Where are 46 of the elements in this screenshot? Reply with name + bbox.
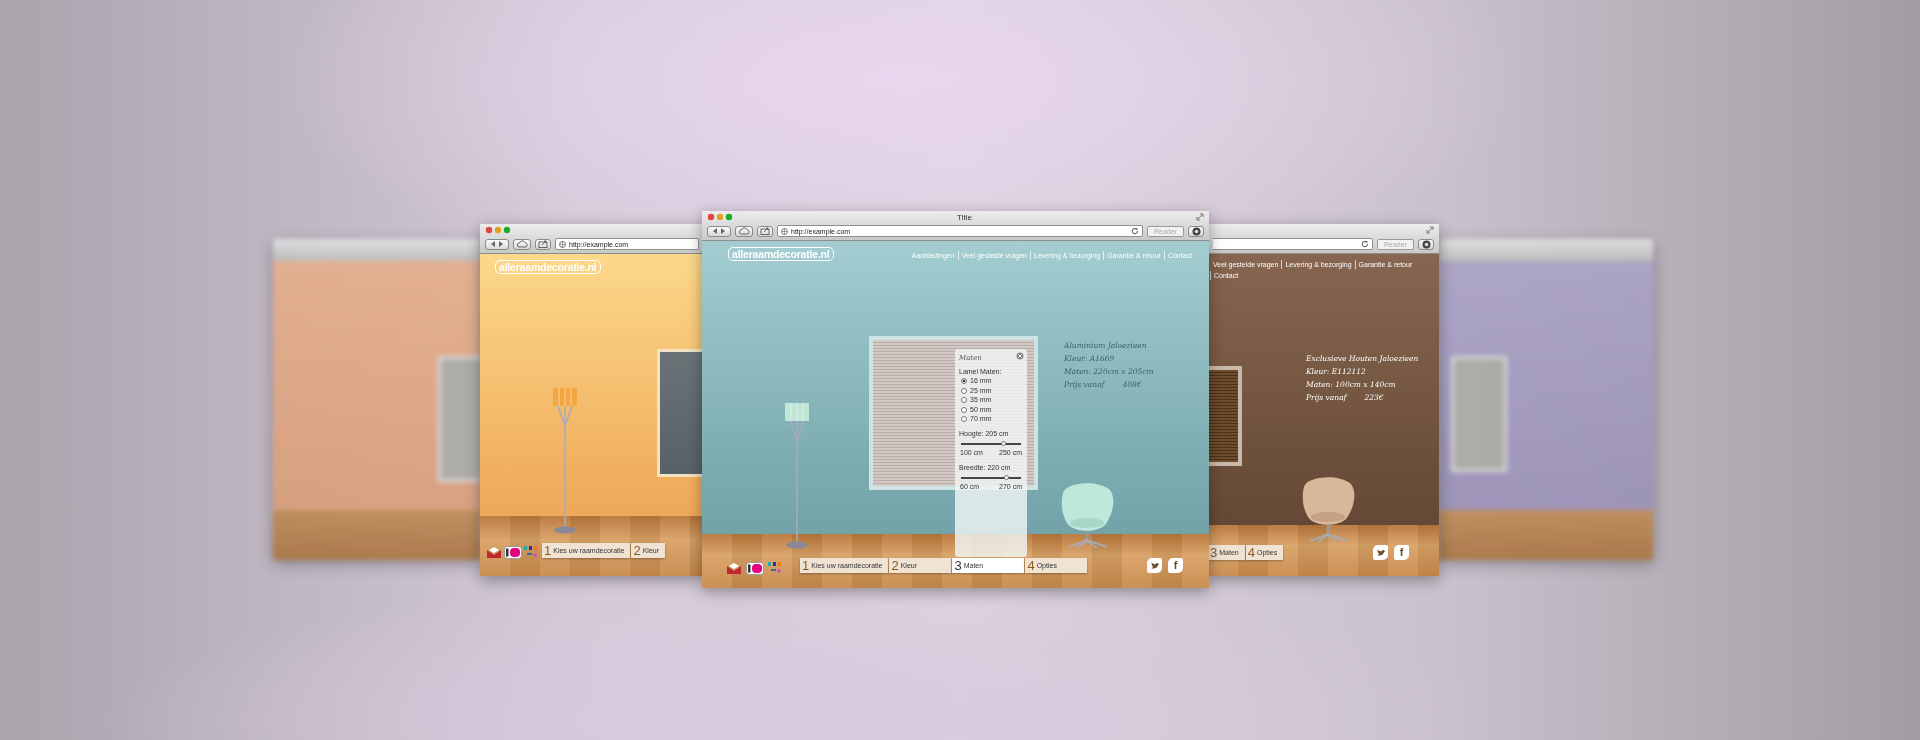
payment-logos-icon — [768, 562, 782, 574]
window-buttons-icon[interactable] — [485, 226, 511, 234]
download-button[interactable] — [1418, 238, 1434, 250]
radio-button[interactable] — [961, 387, 967, 394]
address-field[interactable] — [1213, 238, 1374, 250]
window-buttons-icon[interactable] — [707, 213, 733, 221]
back-forward-button[interactable] — [485, 238, 509, 250]
envelope-icon — [726, 561, 742, 575]
window-title: Title — [957, 212, 972, 222]
share-button[interactable] — [757, 225, 773, 237]
resize-icon[interactable] — [1426, 226, 1434, 234]
slider-thumb[interactable] — [1000, 440, 1006, 446]
close-icon[interactable] — [1016, 352, 1024, 360]
slider-thumb[interactable] — [1004, 474, 1010, 480]
resize-icon[interactable] — [1196, 213, 1204, 221]
share-icon — [538, 240, 548, 248]
social-button[interactable]: f — [1394, 545, 1409, 560]
social-button[interactable] — [1147, 558, 1162, 573]
site-icon — [559, 239, 566, 249]
radio-button[interactable] — [961, 397, 967, 403]
share-icon — [760, 227, 770, 235]
back-forward-button[interactable] — [707, 225, 731, 237]
social-button[interactable]: f — [1168, 558, 1183, 573]
payment-icon — [504, 545, 522, 559]
cloud-icon — [516, 240, 528, 248]
site-icon — [781, 226, 788, 236]
back-forward-icon — [489, 240, 505, 248]
share-button[interactable] — [535, 238, 551, 250]
envelope-icon — [486, 545, 502, 559]
cloud-icon — [738, 227, 750, 235]
social-button[interactable] — [1373, 545, 1388, 560]
download-icon — [1191, 226, 1201, 236]
radio-button[interactable] — [961, 416, 967, 422]
payment-logos-icon — [524, 546, 538, 558]
bird-icon — [1375, 548, 1386, 557]
reload-icon[interactable] — [1131, 227, 1140, 235]
radio-button[interactable] — [961, 378, 967, 384]
back-forward-icon — [711, 227, 727, 235]
download-icon — [1421, 239, 1431, 249]
payment-icon — [746, 561, 764, 575]
cloud-button[interactable] — [735, 225, 753, 237]
radio-button[interactable] — [961, 406, 967, 413]
bird-icon — [1149, 561, 1160, 570]
download-button[interactable] — [1188, 225, 1204, 237]
cloud-button[interactable] — [513, 238, 531, 250]
reload-icon[interactable] — [1361, 240, 1370, 248]
